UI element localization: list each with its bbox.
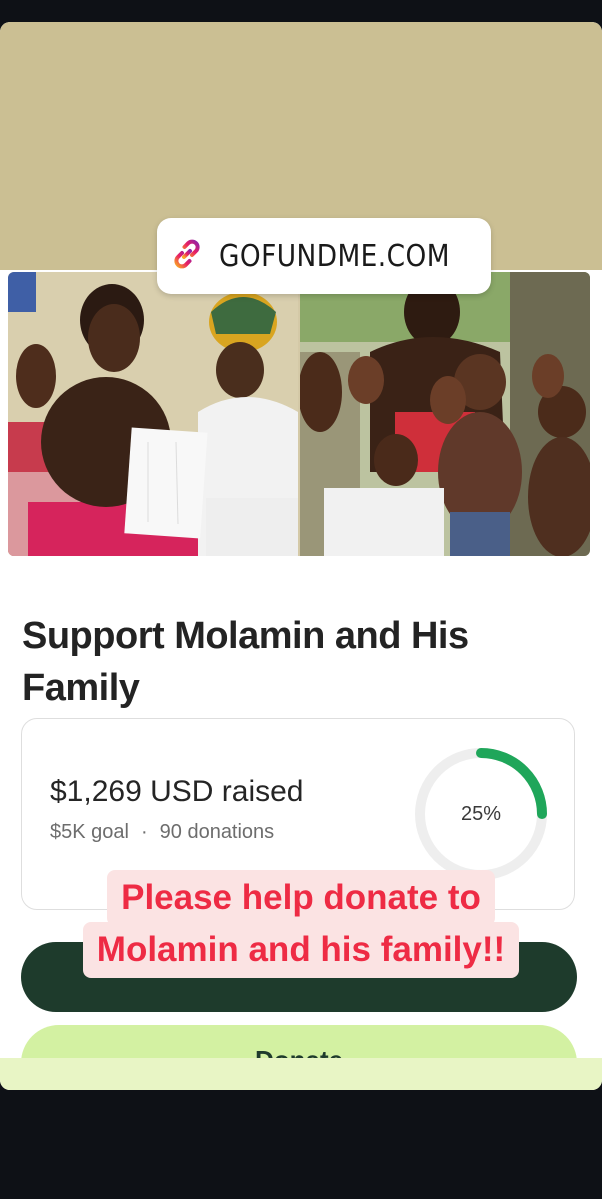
story-card: GOFUNDME.COM Support Molamin and His Fam…	[0, 22, 602, 1090]
progress-percent: 25%	[460, 802, 502, 825]
bottom-strip	[0, 1058, 602, 1090]
goal-meta: $5K goal · 90 donations	[50, 821, 274, 844]
campaign-photos	[8, 272, 590, 556]
link-icon	[167, 234, 207, 279]
meta-separator: ·	[140, 821, 148, 843]
link-sticker[interactable]: GOFUNDME.COM	[157, 218, 491, 294]
amount-raised: $1,269 USD raised	[50, 775, 304, 808]
link-text: GOFUNDME.COM	[218, 238, 450, 274]
story-caption: Please help donate to Molamin and his fa…	[30, 870, 572, 996]
caption-line-1: Please help donate to	[107, 870, 495, 926]
photo-children-waving	[300, 272, 590, 556]
donation-count: 90 donations	[159, 821, 275, 843]
photo-young-man-and-woman	[8, 272, 298, 556]
campaign-title: Support Molamin and His Family	[22, 615, 469, 709]
goal-amount: $5K goal	[50, 821, 129, 843]
caption-line-2: Molamin and his family!!	[82, 922, 520, 978]
